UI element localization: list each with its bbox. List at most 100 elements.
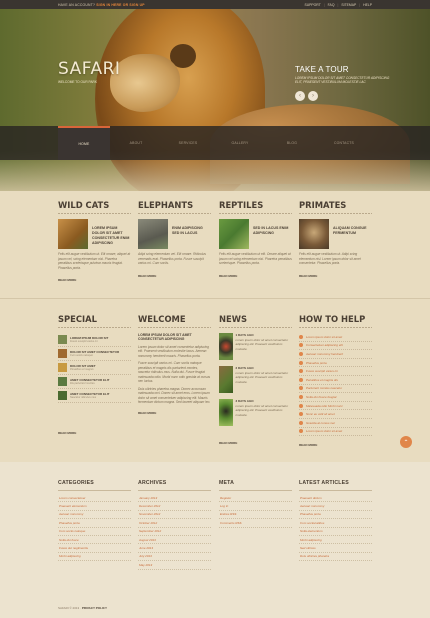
help-item[interactable]: Nunc eu velit sit amet [299, 410, 372, 419]
read-more-link[interactable]: READ MORE [138, 411, 211, 415]
special-item[interactable]: AMET CONSECTETUR ELIT Nascetur ridiculus … [58, 389, 131, 403]
read-more-link[interactable]: READ MORE [299, 443, 372, 447]
meta-link[interactable]: Log In [219, 502, 292, 511]
help-item[interactable]: Lorem ipsum dolor sit amet [299, 333, 372, 342]
privacy-policy-link[interactable]: PRIVACY POLICY [82, 606, 107, 610]
help-item[interactable]: Malesuada odio Morbi nunc [299, 402, 372, 411]
support-link[interactable]: SUPPORT [304, 3, 320, 7]
archive-link[interactable]: September 2012 [138, 528, 211, 536]
news-item[interactable]: 3 DAYS AGO Lorem ipsum dolor sit amet con… [219, 399, 292, 429]
read-more-link[interactable]: READ MORE [138, 274, 211, 278]
nav-services[interactable]: SERVICES [162, 126, 214, 160]
footer: CATEGORIES Lorem consectetuer Praesent e… [0, 462, 430, 618]
category-link[interactable]: Nulla dui fusce [58, 536, 131, 545]
sitemap-link[interactable]: SITEMAP [341, 3, 356, 7]
help-item[interactable]: Gravida at cursus nec [299, 419, 372, 428]
category-link[interactable]: Fusce dui neglimentis [58, 544, 131, 553]
help-link[interactable]: Fusce suscipit varius mi [306, 369, 338, 373]
help-link[interactable]: HELP [363, 3, 372, 7]
archive-link[interactable]: January 2013 [138, 494, 211, 503]
archive-link[interactable]: October 2012 [138, 519, 211, 528]
category-link[interactable]: Morbi adipiscing [58, 553, 131, 562]
article-link[interactable]: Phasellus porta [299, 511, 372, 520]
help-item[interactable]: Lorem ipsum dolor sit amet [299, 428, 372, 437]
help-link[interactable]: Lorem ipsum dolor sit amet [306, 335, 342, 339]
article-link[interactable]: Duis ultricies pharetra [299, 553, 372, 562]
help-item[interactable]: Penatibus et magnis dis [299, 376, 372, 385]
sign-in-link[interactable]: SIGN IN HERE OR SIGN UP [96, 3, 145, 7]
meta-link[interactable]: Entries RSS [219, 511, 292, 520]
faq-link[interactable]: FAQ [328, 3, 335, 7]
news-date: 3 DAYS AGO [235, 399, 254, 403]
category-link[interactable]: Phasellus porta [58, 519, 131, 528]
primate-photo[interactable] [299, 219, 329, 249]
copyright: SAFARI © 2013 · PRIVACY POLICY [58, 606, 107, 610]
help-link[interactable]: Phasellus porta [306, 361, 327, 365]
special-item[interactable]: DOLOR SIT AMET CONSECTETUR Cum sociis nat… [58, 347, 131, 361]
article-link[interactable]: Nulla elementum [299, 528, 372, 536]
read-more-link[interactable]: READ MORE [219, 441, 292, 445]
category-link[interactable]: Praesent elementum [58, 502, 131, 511]
help-link[interactable]: Nulla dui Fusce feugiat [306, 395, 337, 399]
article-link[interactable]: Sed ultrices [299, 544, 372, 553]
help-item[interactable]: Consectetuer adipiscing elit [299, 342, 372, 351]
back-to-top-icon[interactable]: ⌃ [400, 436, 412, 448]
welcome-paragraph: Fusce suscipit varius mi. Cum sociis nat… [138, 361, 211, 384]
nav-about[interactable]: ABOUT [110, 126, 162, 160]
nav-contacts[interactable]: CONTACTS [318, 126, 370, 160]
help-item[interactable]: Parturient montes nascetur [299, 385, 372, 394]
news-photo [219, 399, 233, 426]
help-item[interactable]: Fusce suscipit varius mi [299, 367, 372, 376]
special-item[interactable]: LOREM IPSUM DOLOR SIT Fusce suscipit vari… [58, 333, 131, 347]
help-link[interactable]: Penatibus et magnis dis [306, 378, 338, 382]
news-item[interactable]: 2 DAYS AGO Lorem ipsum dolor sit amet con… [219, 366, 292, 396]
help-link[interactable]: Parturient montes nascetur [306, 386, 342, 390]
help-link[interactable]: Consectetuer adipiscing elit [306, 343, 343, 347]
nav-blog[interactable]: BLOG [266, 126, 318, 160]
special-item[interactable]: DOLOR SIT AMET Penatibus et magnis [58, 361, 131, 375]
help-item[interactable]: Nulla dui Fusce feugiat [299, 393, 372, 402]
help-link[interactable]: Malesuada odio Morbi nunc [306, 404, 343, 408]
help-link[interactable]: Nunc eu velit sit amet [306, 412, 335, 416]
bullet-icon [299, 429, 303, 434]
animal-heading: PRIMATES [299, 200, 347, 210]
category-link[interactable]: Aenean nonummy [58, 511, 131, 520]
read-more-link[interactable]: READ MORE [58, 278, 131, 282]
archive-link[interactable]: May 2013 [138, 561, 211, 570]
archive-link[interactable]: June 2013 [138, 544, 211, 553]
elephant-photo[interactable] [138, 219, 168, 249]
news-heading: NEWS [219, 314, 247, 324]
nav-gallery[interactable]: GALLERY [214, 126, 266, 160]
category-link[interactable]: Cum sociis natoque [58, 528, 131, 536]
reptile-photo[interactable] [219, 219, 249, 249]
category-link[interactable]: Lorem consectetuer [58, 494, 131, 503]
next-arrow-icon[interactable]: › [308, 90, 318, 101]
help-link[interactable]: Lorem ipsum dolor sit amet [306, 429, 342, 433]
read-more-link[interactable]: READ MORE [58, 431, 131, 435]
archive-link[interactable]: November 2012 [138, 511, 211, 520]
meta-link[interactable]: Register [219, 494, 292, 503]
article-link[interactable]: Praesent dictum [299, 494, 372, 503]
special-item[interactable]: AMET CONSECTETUR ELIT Dis parturient mont… [58, 375, 131, 389]
wild-cat-photo[interactable] [58, 219, 88, 249]
welcome-heading: WELCOME [138, 314, 186, 324]
nav-home[interactable]: HOME [58, 126, 110, 160]
article-link[interactable]: Cum sociisnatibus [299, 519, 372, 528]
archive-link[interactable]: August 2013 [138, 536, 211, 545]
read-more-link[interactable]: READ MORE [219, 274, 292, 278]
news-item[interactable]: 1 DAYS AGO Lorem ipsum dolor sit amet con… [219, 333, 292, 363]
meta-link[interactable]: Comments RSS [219, 519, 292, 528]
prev-arrow-icon[interactable]: ‹ [295, 90, 305, 101]
article-link[interactable]: Morbi adipiscing [299, 536, 372, 545]
site-logo[interactable]: SAFARI WELCOME TO OUR PARK [58, 59, 120, 84]
read-more-link[interactable]: READ MORE [299, 274, 372, 278]
archive-link[interactable]: December 2012 [138, 502, 211, 511]
help-link[interactable]: Gravida at cursus nec [306, 421, 335, 425]
archive-link[interactable]: July 2013 [138, 553, 211, 562]
bullet-icon [299, 394, 303, 399]
help-link[interactable]: Aenean nonummy hendrerit [306, 352, 343, 356]
help-item[interactable]: Phasellus porta [299, 359, 372, 368]
article-link[interactable]: Aenean nonummy [299, 502, 372, 511]
help-item[interactable]: Aenean nonummy hendrerit [299, 350, 372, 359]
divider-rule [219, 490, 292, 491]
